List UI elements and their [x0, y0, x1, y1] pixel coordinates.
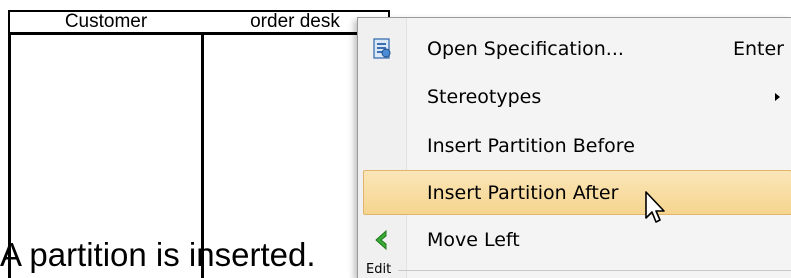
menu-item-label: Move Left	[427, 228, 520, 251]
green-left-arrow-icon	[375, 229, 387, 250]
lane-header-customer[interactable]: Customer	[8, 10, 204, 34]
caption-text: A partition is inserted.	[0, 236, 316, 273]
menu-item-shortcut: Enter	[733, 37, 784, 60]
submenu-arrow-icon	[775, 93, 780, 101]
menu-item-stereotypes[interactable]: Stereotypes	[363, 74, 791, 119]
menu-item-open-specification[interactable]: Open Specification... Enter	[363, 26, 791, 71]
mouse-pointer-icon	[645, 191, 665, 223]
menu-item-label: Open Specification...	[427, 37, 624, 60]
context-menu: Open Specification... Enter Stereotypes …	[357, 17, 791, 278]
specification-icon	[373, 37, 391, 59]
menu-section-label-edit: Edit	[366, 262, 392, 277]
menu-item-move-left[interactable]: Move Left	[363, 217, 791, 262]
lane-label-customer: Customer	[64, 11, 148, 32]
menu-separator	[398, 270, 791, 271]
menu-item-insert-partition-after[interactable]: Insert Partition After	[363, 170, 791, 215]
menu-item-label: Stereotypes	[427, 85, 542, 108]
lane-label-order-desk: order desk	[250, 11, 340, 32]
menu-item-label: Insert Partition Before	[427, 134, 635, 157]
menu-item-label: Insert Partition After	[427, 181, 619, 204]
menu-item-insert-partition-before[interactable]: Insert Partition Before	[363, 123, 791, 168]
lane-header-divider	[8, 32, 391, 35]
